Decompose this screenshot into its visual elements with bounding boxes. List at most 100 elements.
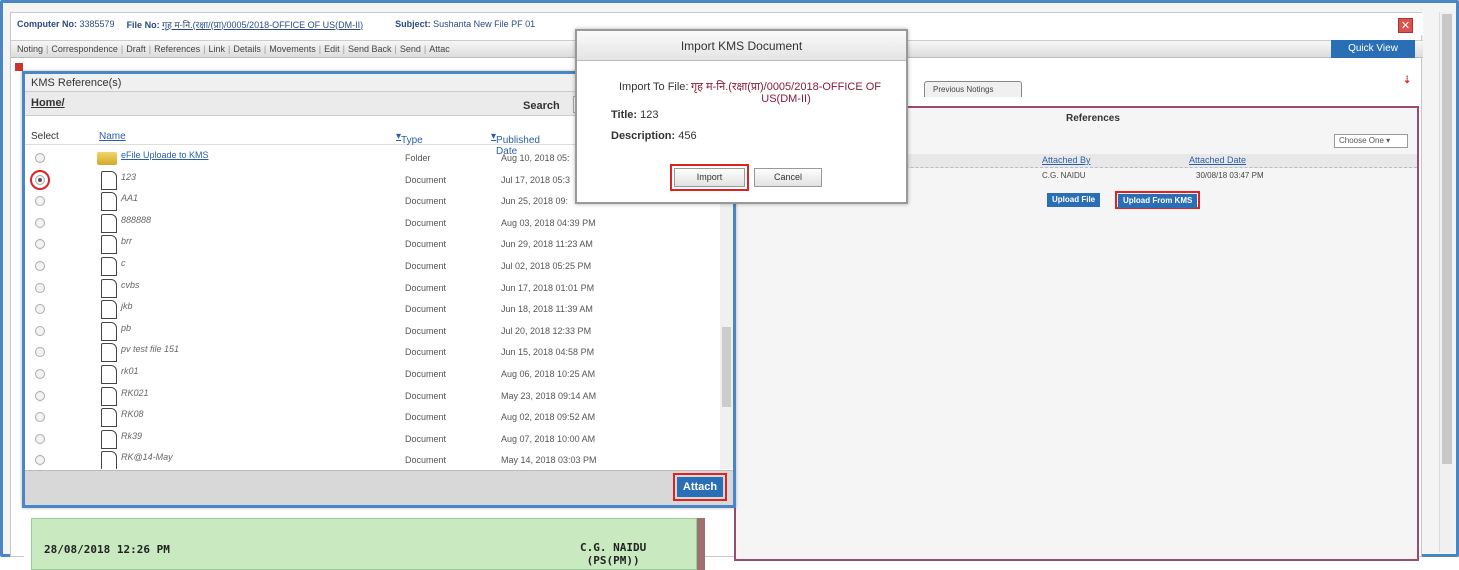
- close-icon[interactable]: ✕: [1398, 18, 1413, 33]
- row-name: RK021: [121, 387, 149, 398]
- menu-send-back[interactable]: Send Back: [348, 44, 392, 54]
- attach-label: Attach: [677, 477, 723, 497]
- selection-highlight: [30, 169, 50, 190]
- menu-draft[interactable]: Draft: [126, 44, 146, 54]
- computer-no-value: 3385579: [79, 19, 115, 29]
- row-name: rk01: [121, 366, 139, 376]
- row-select-radio[interactable]: [35, 239, 45, 250]
- table-row[interactable]: rk01 Document Aug 06, 2018 10:25 AM: [25, 363, 725, 385]
- table-row[interactable]: 888888 Document Aug 03, 2018 04:39 PM: [25, 212, 725, 234]
- row-name[interactable]: eFile Uploade to KMS: [121, 150, 209, 160]
- row-select-radio[interactable]: [35, 217, 45, 228]
- row-select-radio[interactable]: [35, 196, 45, 207]
- row-type: Document: [405, 196, 447, 207]
- kms-scrollbar-thumb[interactable]: [722, 327, 731, 407]
- row-select-radio[interactable]: [35, 153, 45, 163]
- document-icon: [101, 300, 117, 320]
- row-date: Jun 17, 2018 01:01 PM: [501, 282, 595, 293]
- noting-divider: [697, 518, 705, 570]
- import-to-label: Import To File:: [619, 81, 689, 93]
- row-select-radio[interactable]: [35, 455, 45, 466]
- table-row[interactable]: c Document Jul 02, 2018 05:25 PM: [25, 255, 725, 277]
- row-date: Jun 18, 2018 11:39 AM: [501, 304, 593, 315]
- table-row[interactable]: Rk39 Document Aug 07, 2018 10:00 AM: [25, 428, 725, 450]
- row-type: Document: [405, 369, 447, 379]
- row-select-radio[interactable]: [35, 304, 45, 315]
- menu-link[interactable]: Link: [208, 44, 225, 54]
- published-date-column[interactable]: ▾ Published Date: [491, 131, 540, 157]
- row-select-radio[interactable]: [35, 390, 45, 401]
- computer-no-label: Computer No:: [17, 19, 77, 29]
- row-date: Jul 17, 2018 05:3: [501, 174, 571, 185]
- import-dialog-title: Import KMS Document: [577, 31, 906, 61]
- row-select-radio[interactable]: [35, 433, 45, 444]
- quick-view-button[interactable]: Quick View: [1331, 40, 1415, 58]
- row-select-radio[interactable]: [35, 282, 45, 293]
- row-name: c: [121, 258, 126, 268]
- row-type: Document: [405, 174, 447, 185]
- row-select-radio[interactable]: [35, 412, 45, 423]
- table-row[interactable]: RK08 Document Aug 02, 2018 09:52 AM: [25, 406, 725, 428]
- row-name: brr: [121, 236, 132, 247]
- file-no-label: File No:: [126, 19, 160, 30]
- type-column[interactable]: ▾ Type: [396, 131, 423, 146]
- sort-icon[interactable]: ⇣: [1403, 75, 1413, 87]
- row-date: Jun 25, 2018 09:: [501, 196, 569, 207]
- table-row[interactable]: RK@14-May Document May 14, 2018 03:03 PM: [25, 449, 725, 469]
- document-icon: [101, 213, 117, 233]
- document-icon: [101, 235, 117, 255]
- attached-date-column[interactable]: Attached Date: [1189, 155, 1246, 165]
- row-name: jkb: [121, 301, 133, 312]
- import-kms-document-dialog: Import KMS Document Import To File: गृह …: [575, 29, 908, 204]
- table-row[interactable]: pv test file 151 Document Jun 15, 2018 04:…: [25, 341, 725, 363]
- flag-icon[interactable]: [15, 63, 23, 71]
- table-row[interactable]: pb Document Jul 20, 2018 12:33 PM: [25, 320, 725, 342]
- row-name: Rk39: [121, 430, 143, 441]
- folder-icon: [97, 152, 117, 165]
- menu-movements[interactable]: Movements: [269, 44, 316, 54]
- attached-by-value: C.G. NAIDU: [1042, 171, 1086, 180]
- menu-attach[interactable]: Attac: [429, 44, 450, 54]
- row-date: Aug 03, 2018 04:39 PM: [501, 217, 596, 228]
- table-row[interactable]: brr Document Jun 29, 2018 11:23 AM: [25, 233, 725, 255]
- row-select-radio[interactable]: [35, 325, 45, 336]
- row-name: cvbs: [121, 279, 140, 290]
- tab-previous-notings[interactable]: Previous Notings: [924, 81, 1022, 97]
- attached-date-value: 30/08/18 03:47 PM: [1196, 171, 1264, 180]
- menu-references[interactable]: References: [154, 44, 200, 54]
- menu-correspondence[interactable]: Correspondence: [51, 44, 118, 54]
- row-select-radio[interactable]: [35, 261, 45, 271]
- cancel-button[interactable]: Cancel: [754, 168, 822, 187]
- row-name: 888888: [121, 214, 152, 225]
- table-row[interactable]: RK021 Document May 23, 2018 09:14 AM: [25, 385, 725, 407]
- row-type: Document: [405, 412, 447, 423]
- row-type: Document: [405, 455, 447, 466]
- upload-from-kms-button[interactable]: Upload From KMS: [1115, 191, 1201, 209]
- breadcrumb-home[interactable]: Home/: [31, 97, 65, 109]
- choose-one-select[interactable]: Choose One ▾: [1334, 134, 1408, 148]
- table-row[interactable]: jkb Document Jun 18, 2018 11:39 AM: [25, 298, 725, 320]
- name-column[interactable]: Name: [99, 131, 126, 142]
- table-row[interactable]: cvbs Document Jun 17, 2018 01:01 PM: [25, 277, 725, 299]
- attached-by-column[interactable]: Attached By: [1042, 155, 1091, 165]
- menu-edit[interactable]: Edit: [324, 44, 340, 54]
- row-select-radio[interactable]: [35, 347, 45, 358]
- row-date: May 23, 2018 09:14 AM: [501, 390, 597, 401]
- noting-entry: 28/08/2018 12:26 PM C.G. NAIDU (PS(PM)): [31, 518, 697, 570]
- menu-noting[interactable]: Noting: [17, 44, 43, 54]
- menu-send[interactable]: Send: [400, 44, 421, 54]
- attach-button[interactable]: Attach: [673, 473, 727, 501]
- description-value: 456: [678, 130, 697, 142]
- row-select-radio[interactable]: [35, 369, 45, 379]
- row-type: Document: [405, 217, 447, 228]
- document-icon: [101, 343, 117, 363]
- import-button[interactable]: Import: [670, 164, 749, 191]
- menu-details[interactable]: Details: [233, 44, 261, 54]
- page-scrollbar[interactable]: [1439, 12, 1453, 552]
- document-icon: [101, 386, 117, 406]
- upload-file-button[interactable]: Upload File: [1047, 193, 1101, 207]
- row-date: Jul 02, 2018 05:25 PM: [501, 261, 592, 271]
- row-date: Jul 20, 2018 12:33 PM: [501, 325, 592, 336]
- page-scrollbar-thumb[interactable]: [1442, 14, 1452, 464]
- document-icon: [101, 429, 117, 449]
